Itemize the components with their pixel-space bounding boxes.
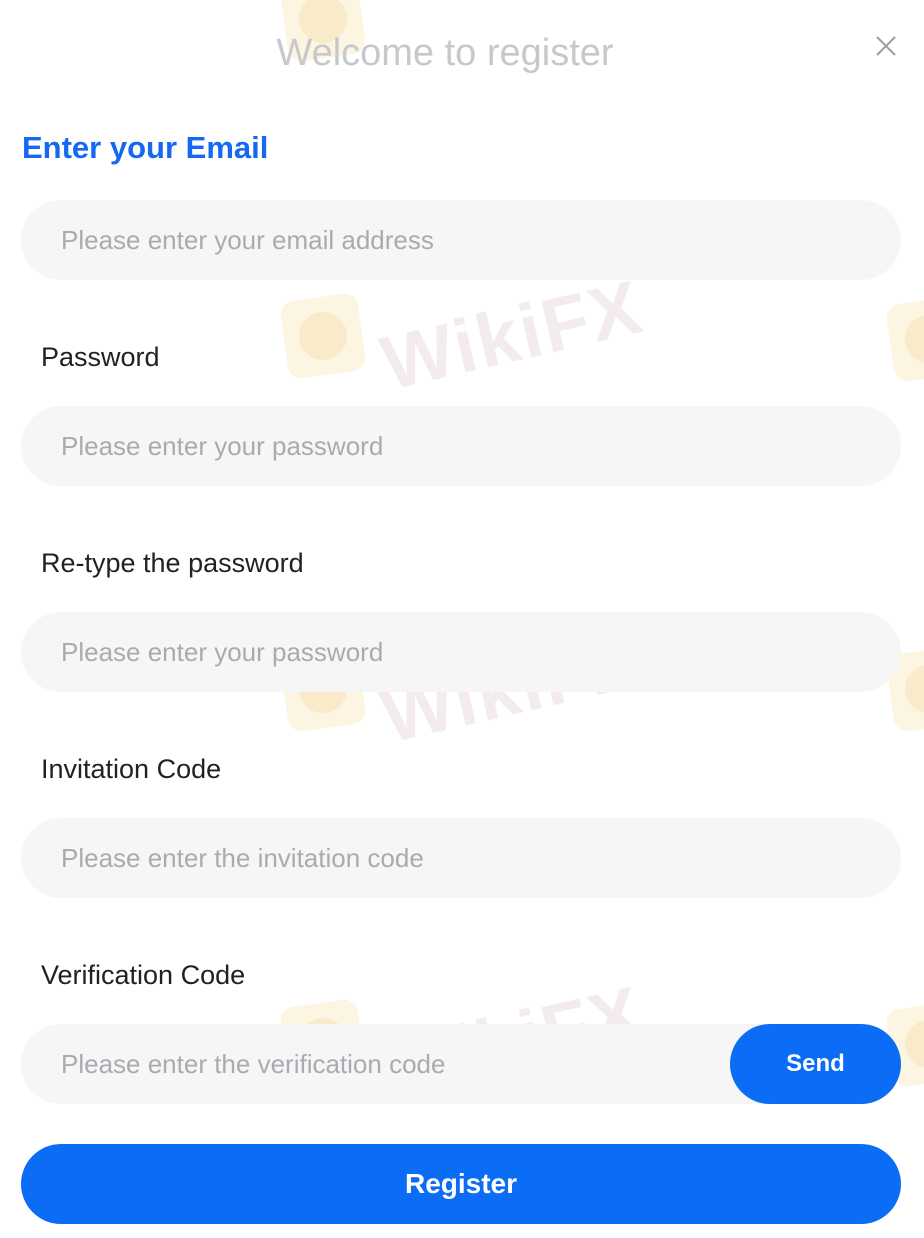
invitation-code-input[interactable] — [21, 818, 901, 898]
close-button[interactable] — [872, 32, 900, 60]
register-dialog: WikiFX WikiFX WikiFX Welcome to register… — [0, 0, 924, 1238]
dialog-title: Welcome to register — [276, 32, 614, 74]
password-label: Password — [41, 342, 160, 372]
close-icon — [876, 36, 896, 56]
verification-code-label: Verification Code — [41, 960, 246, 990]
watermark-text: WikiFX — [373, 264, 651, 407]
invitation-code-label: Invitation Code — [41, 754, 222, 784]
register-button[interactable]: Register — [21, 1144, 901, 1224]
send-code-button[interactable]: Send — [730, 1024, 901, 1104]
watermark — [884, 294, 924, 384]
watermark: WikiFX — [278, 264, 651, 407]
email-heading: Enter your Email — [22, 130, 269, 165]
password-input[interactable] — [21, 406, 901, 486]
wikifx-logo-icon — [884, 294, 924, 384]
wikifx-logo-icon — [278, 291, 368, 380]
retype-password-label: Re-type the password — [41, 548, 304, 578]
retype-password-input[interactable] — [21, 612, 901, 692]
email-input[interactable] — [21, 200, 901, 280]
